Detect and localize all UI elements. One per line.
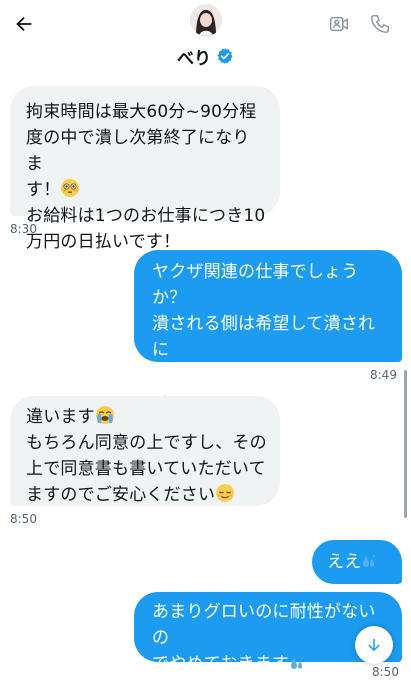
message-bubble-incoming[interactable]: 拘束時間は最大60分~90分程 度の中で潰し次第終了になりま す！ お給料は1つ… [10,86,280,252]
contact-name[interactable]: べり [177,44,211,69]
arrow-down-icon [368,639,380,652]
message-text-continued: お給料は1つのお仕事につき10 万円の日払いです！ [26,206,266,252]
arrow-left-icon [16,16,32,32]
phone-icon [371,15,389,33]
message-text: ヤクザ関連の仕事でしょうか？ 潰される側は希望して潰されに 来るわけじゃないです… [152,262,376,386]
message-bubble-outgoing[interactable]: ヤクザ関連の仕事でしょうか？ 潰される側は希望して潰されに 来るわけじゃないです… [134,250,402,407]
message-timestamp: 8:49 [370,368,397,382]
sweat-droplets-icon [291,657,304,669]
message-timestamp: 8:50 [10,512,37,526]
sweat-droplets-icon [363,555,376,567]
conversation-header: べり [0,0,411,76]
avatar[interactable] [190,4,222,36]
verified-badge-icon [217,48,233,64]
video-call-button[interactable] [325,10,353,38]
crying-face-icon [95,406,114,424]
scrollbar[interactable] [404,370,407,518]
avatar-image [190,4,222,36]
message-timestamp: 8:30 [10,222,37,236]
message-timestamp: 8:50 [372,665,399,679]
flushed-face-icon [61,179,80,197]
message-text: ええ [327,552,362,572]
relieved-face-icon [216,484,235,502]
video-camera-icon [330,16,348,32]
phone-call-button[interactable] [366,10,394,38]
message-bubble-incoming[interactable]: 違います もちろん同意の上ですし、その 上で同意書も書いていただいて ますのでご… [10,396,280,506]
message-text: あまりグロいのに耐性がないの でやめておきます [152,602,376,674]
message-bubble-outgoing[interactable]: ええ [312,540,402,584]
back-button[interactable] [8,8,40,40]
scroll-to-bottom-button[interactable] [355,626,393,664]
message-text: 違います [26,407,95,427]
